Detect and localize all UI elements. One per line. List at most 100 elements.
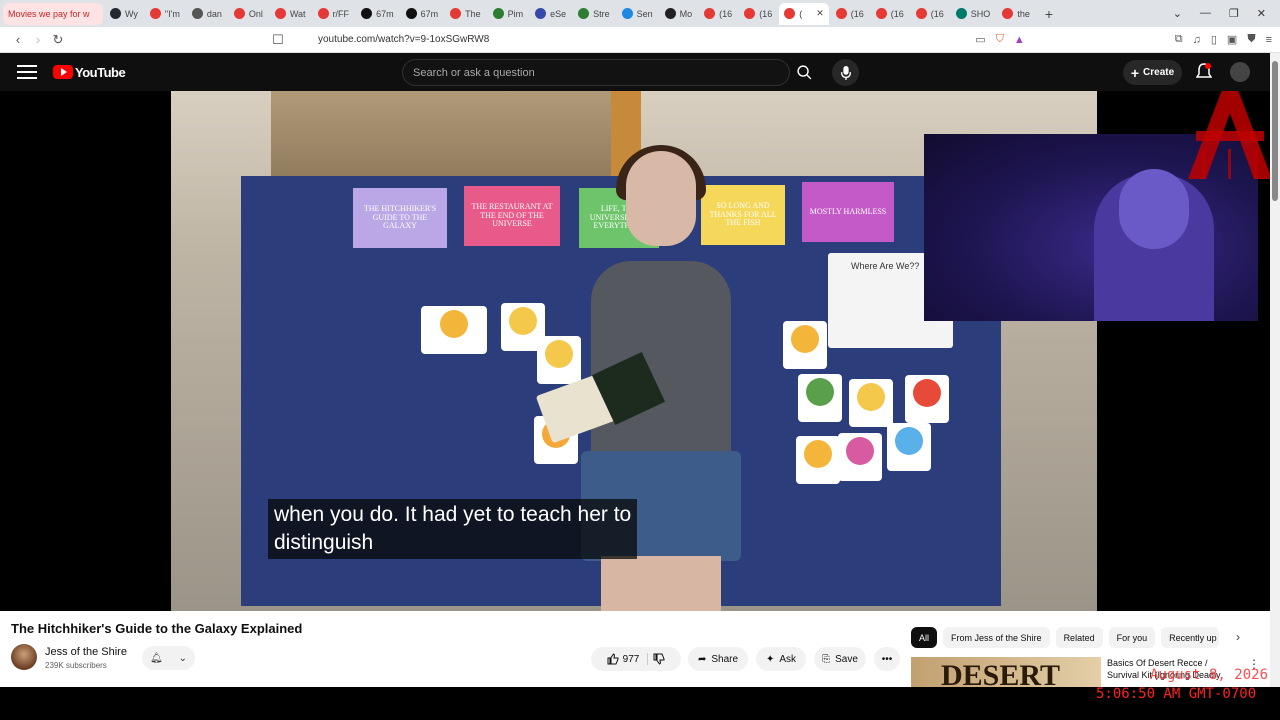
tab-favicon-icon bbox=[317, 8, 329, 19]
notifications-bell-icon[interactable] bbox=[1196, 63, 1212, 81]
tab-label: Onl bbox=[248, 8, 263, 19]
tab-label: "I'm bbox=[164, 8, 180, 19]
subtitle-line-2: distinguish bbox=[274, 531, 374, 554]
subscription-notifications-button[interactable]: 🔔︎ ⌄ bbox=[142, 646, 195, 670]
browser-tab[interactable]: (16 bbox=[871, 3, 909, 25]
close-tab-icon[interactable]: ✕ bbox=[816, 8, 824, 19]
save-label: Save bbox=[835, 653, 858, 665]
browser-tab[interactable]: (16 bbox=[831, 3, 869, 25]
browser-tab[interactable]: 67m bbox=[356, 3, 399, 25]
address-bar: ‹ › ↻ ☐ youtube.com/watch?v=9-1oxSGwRW8 … bbox=[0, 27, 1280, 53]
save-button[interactable]: ⎘ Save bbox=[814, 647, 866, 671]
forward-icon[interactable]: › bbox=[28, 32, 48, 47]
youtube-play-icon bbox=[53, 65, 73, 79]
browser-tab[interactable]: "I'm bbox=[145, 3, 185, 25]
menu-icon[interactable]: ≡ bbox=[1266, 34, 1272, 46]
new-tab-button[interactable]: + bbox=[1037, 6, 1061, 22]
media-icon[interactable]: ♫ bbox=[1193, 34, 1201, 46]
voice-search-button[interactable] bbox=[832, 59, 859, 86]
page-scrollbar[interactable] bbox=[1270, 53, 1280, 687]
browser-tab[interactable]: the bbox=[997, 3, 1035, 25]
more-actions-button[interactable]: ••• bbox=[874, 647, 900, 671]
tab-favicon-icon bbox=[835, 8, 847, 19]
browser-tab[interactable]: (✕ bbox=[779, 2, 829, 25]
browser-tab[interactable]: Pim bbox=[488, 3, 529, 25]
restore-icon[interactable]: ❐ bbox=[1229, 7, 1239, 20]
bookmark-icon[interactable]: ☐ bbox=[268, 32, 288, 48]
account-avatar[interactable] bbox=[1230, 62, 1250, 82]
tab-label: (16 bbox=[890, 8, 904, 19]
search-button[interactable] bbox=[790, 59, 818, 86]
channel-avatar[interactable] bbox=[11, 644, 37, 670]
chip-for-you[interactable]: For you bbox=[1108, 627, 1156, 648]
tab-favicon-icon bbox=[450, 8, 462, 19]
tab-label: 67m bbox=[420, 8, 439, 19]
hamburger-menu-icon[interactable] bbox=[17, 65, 37, 79]
ask-label: Ask bbox=[779, 653, 797, 665]
browser-tab-bar: Movies we pay for w Wy "I'm dan Onl Wat r/FF 67… bbox=[0, 0, 1280, 27]
chip-all[interactable]: All bbox=[911, 627, 938, 648]
youtube-logo[interactable]: YouTube bbox=[53, 65, 126, 80]
browser-tab[interactable]: The bbox=[445, 3, 486, 25]
browser-tab[interactable]: (16 bbox=[739, 3, 777, 25]
tab-label: the bbox=[1017, 8, 1030, 19]
wallet-icon[interactable]: ▣ bbox=[1227, 33, 1237, 46]
browser-tab[interactable]: eSe bbox=[530, 3, 571, 25]
scrollbar-thumb[interactable] bbox=[1272, 61, 1278, 201]
search-input[interactable]: Search or ask a question bbox=[402, 59, 790, 86]
create-button[interactable]: + Create bbox=[1123, 60, 1182, 85]
sidebar-icon[interactable]: ▯ bbox=[1211, 33, 1217, 46]
browser-tab[interactable]: Sen bbox=[617, 3, 658, 25]
channel-name[interactable]: Jess of the Shire bbox=[45, 646, 127, 658]
brave-shield-icon[interactable]: ⛉ bbox=[996, 33, 1004, 46]
browser-tab[interactable]: Onl bbox=[229, 3, 268, 25]
chip-from-channel[interactable]: From Jess of the Shire bbox=[943, 627, 1050, 648]
tab-label: ( bbox=[799, 8, 803, 19]
chevron-right-icon[interactable]: › bbox=[1236, 630, 1240, 644]
tab-favicon-icon bbox=[274, 8, 286, 19]
browser-tab[interactable]: Stre bbox=[573, 3, 615, 25]
tab-label: dan bbox=[206, 8, 222, 19]
vpn-icon[interactable]: ⛊ bbox=[1247, 33, 1255, 46]
reload-icon[interactable]: ↻ bbox=[48, 32, 68, 48]
browser-tab[interactable]: Wat bbox=[270, 3, 311, 25]
extensions-icon[interactable]: ⧉ bbox=[1175, 33, 1183, 46]
back-icon[interactable]: ‹ bbox=[8, 32, 28, 47]
tab-favicon-icon bbox=[535, 8, 547, 19]
chip-related[interactable]: Related bbox=[1055, 627, 1103, 648]
browser-tab[interactable]: Wy bbox=[105, 3, 143, 25]
minimize-icon[interactable]: — bbox=[1200, 7, 1211, 20]
tab-favicon-icon bbox=[744, 8, 756, 19]
cast-icon[interactable]: ▭ bbox=[975, 33, 985, 46]
tab-search-icon[interactable]: ⌄ bbox=[1173, 7, 1182, 20]
tab-label: 67m bbox=[376, 8, 394, 19]
chip-recently-uploaded[interactable]: Recently up bbox=[1161, 627, 1220, 648]
tab-label: Mo bbox=[679, 8, 693, 19]
browser-tab[interactable]: Movies we pay for w bbox=[3, 2, 103, 25]
rewards-icon[interactable]: ▲ bbox=[1014, 34, 1025, 46]
close-window-icon[interactable]: ✕ bbox=[1257, 7, 1266, 20]
ask-button[interactable]: ✦ Ask bbox=[756, 647, 806, 671]
thumbs-down-icon[interactable] bbox=[653, 653, 665, 665]
browser-tab[interactable]: (16 bbox=[911, 3, 949, 25]
book-card-1: The Hitchhiker's Guide to the Galaxy bbox=[353, 188, 447, 248]
video-player[interactable]: The Hitchhiker's Guide to the Galaxy The… bbox=[0, 91, 1270, 611]
browser-tab[interactable]: dan bbox=[187, 3, 227, 25]
browser-tab[interactable]: Mo bbox=[660, 3, 698, 25]
browser-tab[interactable]: 67m bbox=[401, 3, 444, 25]
share-button[interactable]: ➦ Share bbox=[688, 647, 748, 671]
browser-tab[interactable]: (16 bbox=[699, 3, 737, 25]
url-field[interactable]: youtube.com/watch?v=9-1oxSGwRW8 bbox=[318, 34, 489, 45]
chevron-down-icon: ⌄ bbox=[178, 652, 188, 664]
subtitle-line-1: when you do. It had yet to teach her to bbox=[274, 503, 632, 526]
more-horizontal-icon: ••• bbox=[881, 653, 893, 665]
recommended-video-thumbnail[interactable]: DESERT bbox=[911, 657, 1101, 687]
browser-tab[interactable]: SHO bbox=[951, 3, 996, 25]
tab-label: r/FF bbox=[332, 8, 350, 19]
tab-label: Pim bbox=[507, 8, 524, 19]
browser-tab[interactable]: r/FF bbox=[313, 3, 355, 25]
video-subtitle: when you do. It had yet to teach her to … bbox=[268, 499, 638, 559]
plus-icon: + bbox=[1130, 64, 1140, 81]
date-overlay: August 8, 2026 bbox=[1150, 667, 1269, 683]
like-button[interactable]: 977 bbox=[607, 653, 649, 665]
